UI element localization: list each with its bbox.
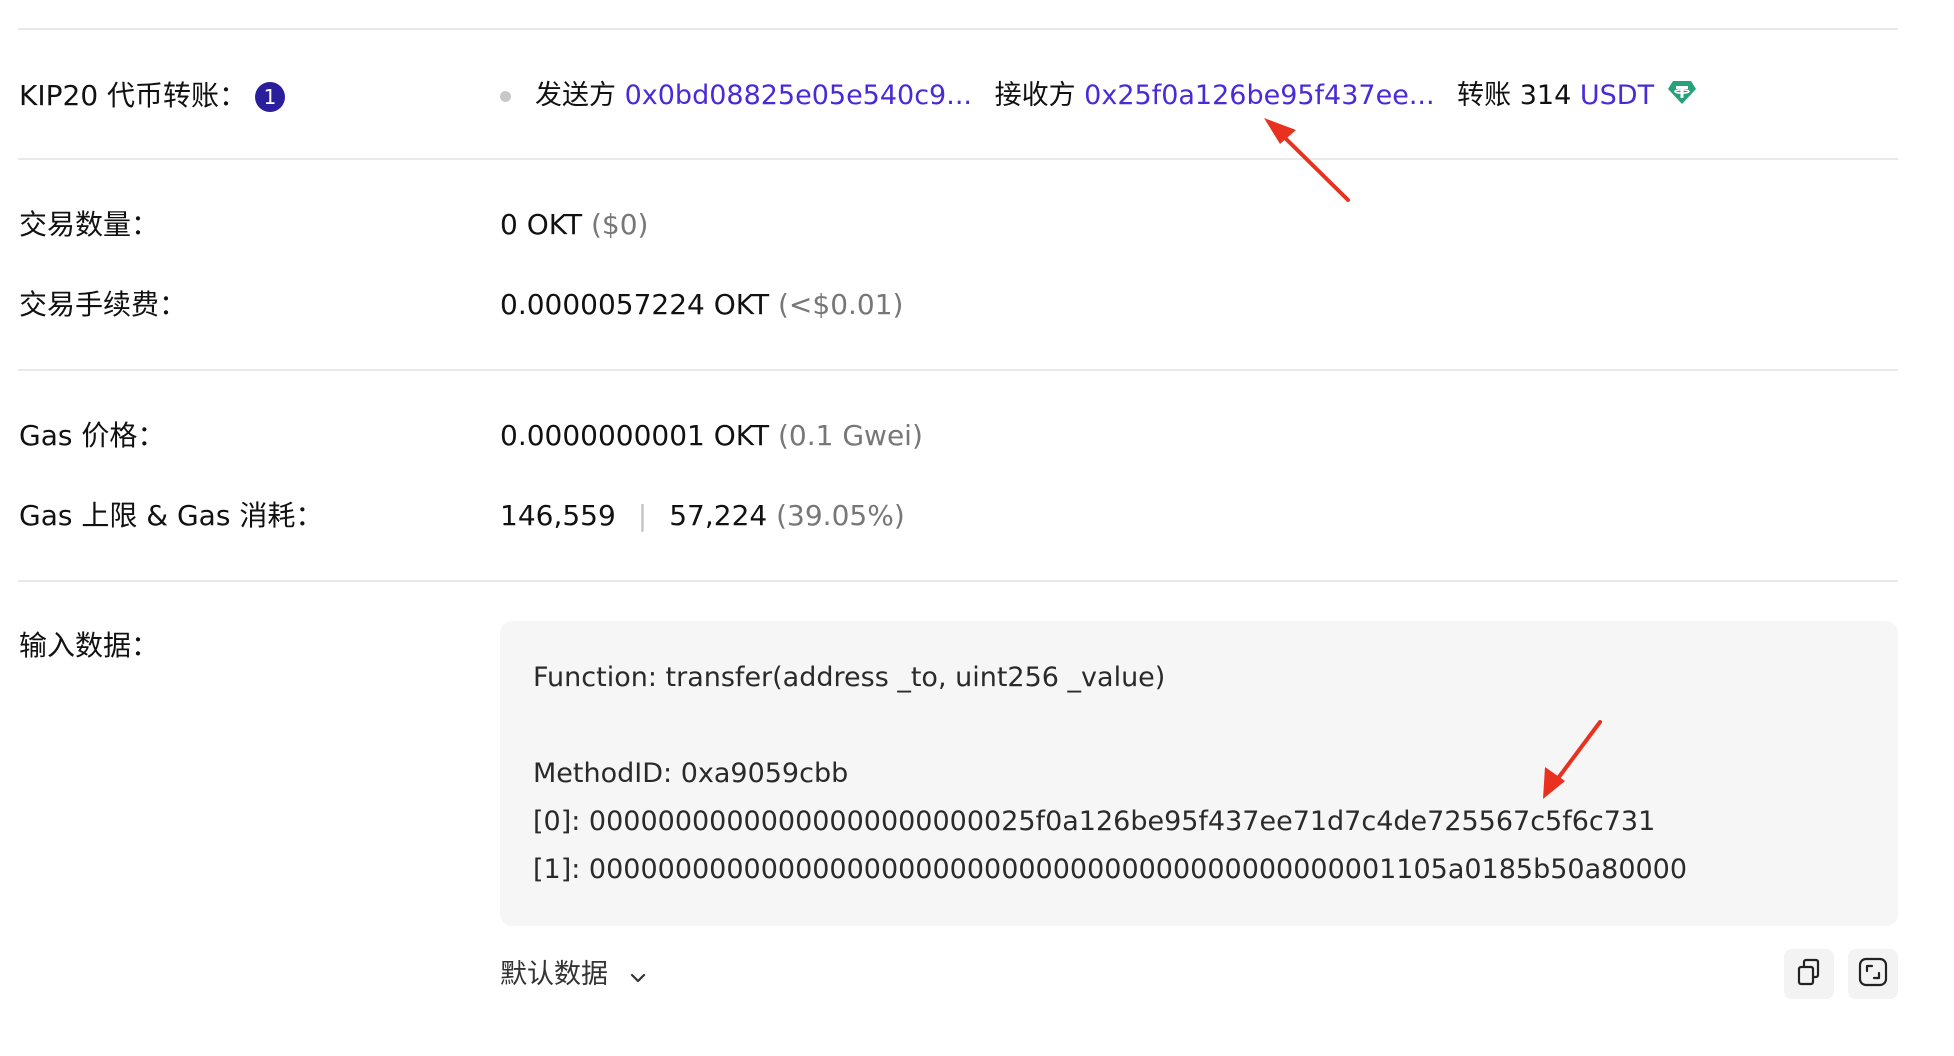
gas-price-gwei: (0.1 Gwei) [778, 419, 923, 452]
gas-limit-value: 146,559 | 57,224 (39.05%) [500, 498, 905, 534]
expand-icon [1858, 957, 1888, 991]
amount-label: 交易数量： [19, 208, 160, 241]
function-signature: Function: transfer(address _to, uint256 … [533, 662, 1166, 693]
gas-separator: | [637, 499, 648, 532]
fee-label: 交易手续费： [19, 288, 188, 321]
param-0: [0]: 00000000000000000000000025f0a126be9… [533, 806, 1656, 837]
divider [18, 158, 1898, 160]
bullet-dot [500, 91, 511, 102]
method-id: MethodID: 0xa9059cbb [533, 758, 849, 789]
kip20-label-text: KIP20 代币转账： [19, 79, 248, 112]
divider [18, 580, 1898, 582]
amount-value: 0 OKT ($0) [500, 207, 648, 243]
amount-okt: 0 OKT [500, 208, 583, 241]
kip20-transfer-value: 发送方 0x0bd08825e05e540c9... 接收方 0x25f0a12… [500, 78, 1697, 115]
gas-price-label: Gas 价格： [19, 419, 166, 452]
amount-usd: ($0) [590, 208, 649, 241]
expand-button[interactable] [1848, 949, 1898, 999]
input-data-box[interactable]: Function: transfer(address _to, uint256 … [500, 621, 1898, 926]
view-select-label: 默认数据 [500, 959, 608, 990]
gas-price-okt: 0.0000000001 OKT [500, 419, 770, 452]
from-address-link[interactable]: 0x0bd08825e05e540c9... [625, 80, 972, 111]
gas-used-percent: (39.05%) [776, 499, 905, 532]
divider [18, 28, 1898, 30]
fee-value: 0.0000057224 OKT (<$0.01) [500, 287, 903, 323]
transfer-amount: 转账 314 [1457, 80, 1572, 111]
gas-price-value: 0.0000000001 OKT (0.1 Gwei) [500, 418, 923, 454]
divider [18, 369, 1898, 371]
to-address-link[interactable]: 0x25f0a126be95f437ee... [1084, 80, 1434, 111]
transfer-count-badge: 1 [255, 82, 286, 112]
input-data-label: 输入数据： [19, 629, 160, 662]
param-1: [1]: 00000000000000000000000000000000000… [533, 854, 1688, 885]
token-link[interactable]: USDT [1580, 80, 1654, 111]
copy-icon [1796, 958, 1822, 990]
copy-button[interactable] [1784, 949, 1834, 999]
chevron-down-icon [629, 958, 647, 994]
kip20-transfer-label: KIP20 代币转账： 1 [19, 78, 286, 114]
to-label: 接收方 [994, 80, 1076, 111]
transaction-detail-page: KIP20 代币转账： 1 发送方 0x0bd08825e05e540c9... … [0, 0, 1954, 1056]
fee-okt: 0.0000057224 OKT [500, 288, 770, 321]
fee-usd: (<$0.01) [778, 288, 904, 321]
gas-used: 57,224 [669, 499, 768, 532]
usdt-token-icon [1667, 79, 1697, 115]
view-select-dropdown[interactable]: 默认数据 [500, 957, 647, 994]
gas-limit: 146,559 [500, 499, 616, 532]
gas-limit-label: Gas 上限 & Gas 消耗： [19, 499, 324, 532]
from-label: 发送方 [535, 80, 616, 111]
